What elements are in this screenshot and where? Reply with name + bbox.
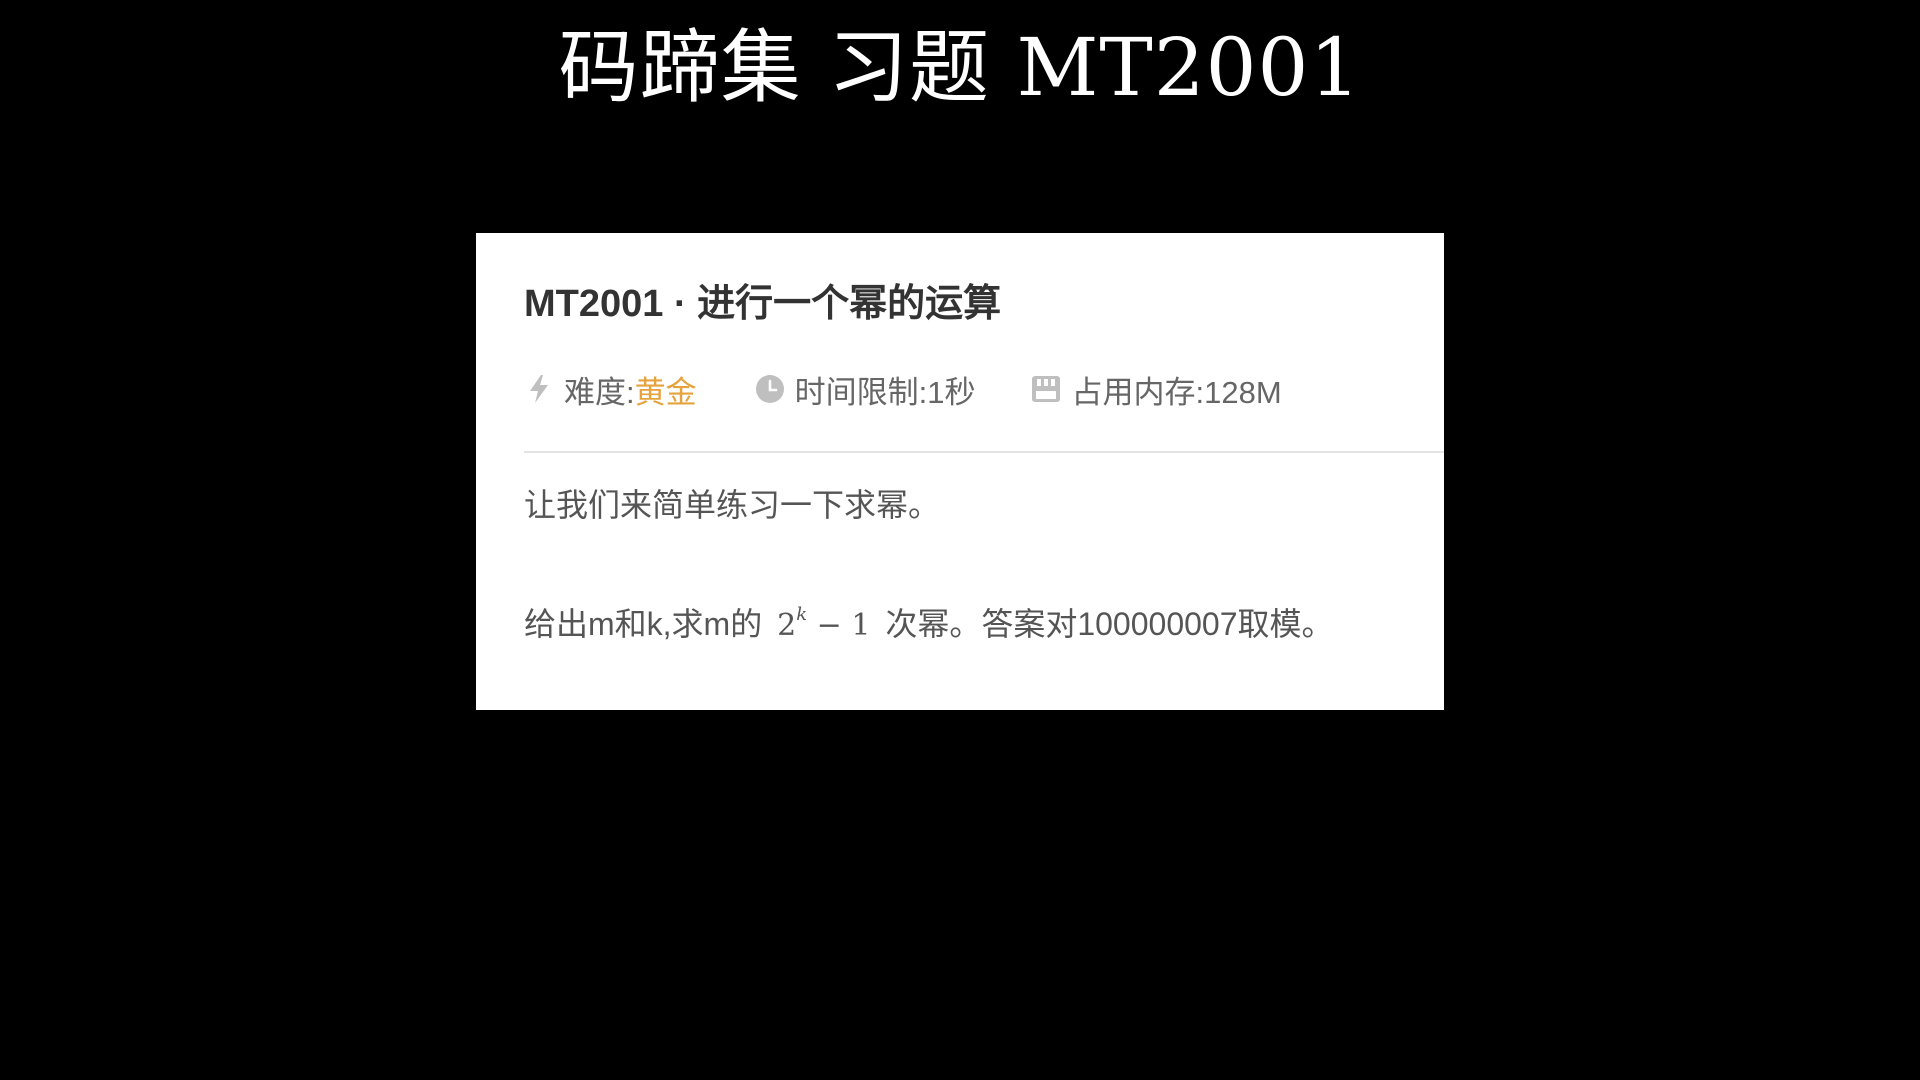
memory-limit-meta: 占用内存:128M bbox=[1031, 367, 1282, 412]
problem-intro: 让我们来简单练习一下求幂。 bbox=[524, 487, 941, 523]
divider bbox=[524, 451, 1444, 453]
memory-chip-icon bbox=[1031, 374, 1061, 404]
time-limit: 时间限制:1秒 bbox=[794, 374, 976, 410]
difficulty-meta: 难度: 黄金 bbox=[524, 367, 697, 412]
problem-meta: 难度: 黄金 时间限制:1秒 占用内存:128M bbox=[524, 365, 1282, 413]
math-expression: 2k − 1 bbox=[777, 604, 871, 643]
time-limit-meta: 时间限制:1秒 bbox=[755, 367, 976, 412]
lightning-icon bbox=[524, 374, 554, 404]
memory-limit: 占用内存:128M bbox=[1071, 374, 1282, 410]
math-tail: − 1 bbox=[816, 608, 871, 643]
math-base: 2 bbox=[777, 608, 797, 643]
statement-prefix: 给出m和k,求m的 bbox=[524, 606, 763, 642]
problem-card: MT2001 · 进行一个幂的运算 难度: 黄金 时间限制:1秒 占用内存:12… bbox=[476, 233, 1444, 710]
difficulty-value: 黄金 bbox=[634, 374, 697, 410]
slide-title: 码蹄集 习题 MT2001 bbox=[558, 21, 1362, 114]
problem-statement: 给出m和k,求m的 2k − 1 次幂。答案对100000007取模。 bbox=[524, 597, 1334, 648]
problem-title: MT2001 · 进行一个幂的运算 bbox=[524, 283, 1002, 325]
clock-icon bbox=[755, 374, 785, 404]
difficulty-label: 难度: bbox=[564, 374, 635, 410]
slide: 码蹄集 习题 MT2001 MT2001 · 进行一个幂的运算 难度: 黄金 时… bbox=[0, 0, 1920, 1080]
math-exponent: k bbox=[796, 604, 808, 625]
statement-suffix: 次幂。答案对100000007取模。 bbox=[885, 606, 1334, 642]
